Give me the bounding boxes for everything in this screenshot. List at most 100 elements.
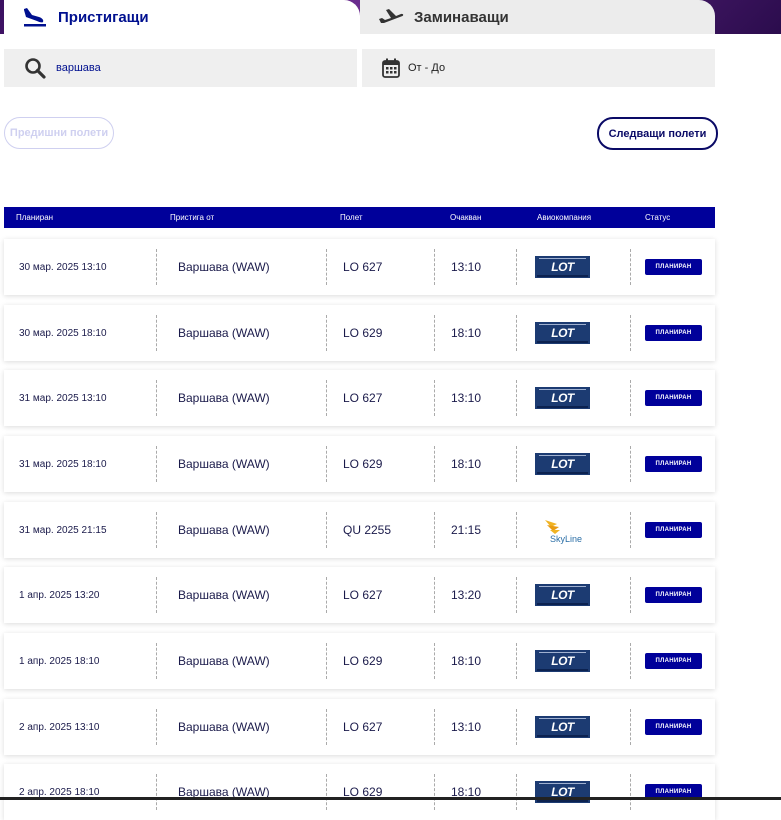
column-divider	[156, 380, 157, 416]
airline-name: LOT	[551, 588, 574, 602]
expected-time: 13:10	[451, 720, 482, 734]
table-row[interactable]: 30 мар. 2025 13:10 Варшава (WAW) LO 627 13:…	[4, 239, 715, 295]
column-divider	[326, 643, 327, 679]
scheduled-time: 1 апр. 2025 13:20	[19, 589, 100, 601]
flight-number[interactable]: LO 627	[343, 567, 382, 623]
table-row[interactable]: 2 апр. 2025 13:10 Варшава (WAW) LO 627 13:1…	[4, 699, 715, 755]
flight-number[interactable]: LO 629	[343, 305, 382, 361]
status-badge: ПЛАНИРАН	[645, 390, 702, 406]
column-divider	[516, 446, 517, 482]
column-divider	[516, 315, 517, 351]
airline-name: SkyLine	[550, 534, 583, 544]
next-flights-button[interactable]: Следващи полети	[597, 117, 718, 150]
column-divider	[326, 315, 327, 351]
flight-number[interactable]: LO 629	[343, 764, 382, 820]
expected-time: 18:10	[451, 326, 482, 340]
column-divider	[326, 512, 327, 548]
airline-logo-cell: LOT	[535, 370, 590, 426]
column-divider	[630, 446, 631, 482]
flight-number[interactable]: LO 629	[343, 436, 382, 492]
table-row[interactable]: 30 мар. 2025 18:10 Варшава (WAW) LO 629 18:…	[4, 305, 715, 361]
previous-flights-button[interactable]: Предишни полети	[4, 117, 114, 149]
column-divider	[434, 446, 435, 482]
skyline-logo: SkyLine	[535, 515, 590, 545]
column-divider	[326, 446, 327, 482]
column-divider	[434, 380, 435, 416]
column-divider	[156, 446, 157, 482]
origin-city: Варшава (WAW)	[178, 785, 270, 799]
lot-logo: LOT	[535, 387, 590, 409]
column-divider	[630, 512, 631, 548]
airline-logo-cell: SkyLine	[535, 502, 590, 558]
column-divider	[516, 577, 517, 613]
airline-logo-cell: LOT	[535, 567, 590, 623]
airline-logo-cell: LOT	[535, 436, 590, 492]
column-divider	[156, 709, 157, 745]
date-range-field[interactable]: От - До	[362, 49, 715, 87]
expected-time: 21:15	[451, 523, 482, 537]
column-divider	[516, 709, 517, 745]
airline-name: LOT	[551, 326, 574, 340]
origin-city: Варшава (WAW)	[178, 654, 270, 668]
table-row[interactable]: 31 мар. 2025 21:15 Варшава (WAW) QU 2255 21…	[4, 502, 715, 558]
status-badge: ПЛАНИРАН	[645, 719, 702, 735]
scheduled-time: 31 мар. 2025 18:10	[19, 458, 107, 470]
status-cell: ПЛАНИРАН	[645, 502, 702, 558]
column-divider	[156, 774, 157, 810]
departure-plane-icon	[379, 9, 404, 23]
origin-city: Варшава (WAW)	[178, 457, 270, 471]
scheduled-time: 30 мар. 2025 13:10	[19, 261, 107, 273]
flight-number[interactable]: QU 2255	[343, 502, 391, 558]
status-cell: ПЛАНИРАН	[645, 567, 702, 623]
flight-number[interactable]: LO 627	[343, 699, 382, 755]
scheduled-time: 2 апр. 2025 18:10	[19, 786, 100, 798]
tab-arrivals[interactable]: Пристигащи	[4, 0, 360, 34]
column-divider	[434, 709, 435, 745]
origin-city: Варшава (WAW)	[178, 260, 270, 274]
status-cell: ПЛАНИРАН	[645, 305, 702, 361]
column-divider	[516, 774, 517, 810]
status-badge: ПЛАНИРАН	[645, 587, 702, 603]
column-divider	[434, 315, 435, 351]
header-expected: Очакван	[450, 213, 482, 222]
column-divider	[630, 774, 631, 810]
lot-logo: LOT	[535, 716, 590, 738]
status-badge: ПЛАНИРАН	[645, 653, 702, 669]
column-divider	[516, 512, 517, 548]
column-divider	[434, 774, 435, 810]
header-from: Пристига от	[170, 213, 215, 222]
table-row[interactable]: 1 апр. 2025 18:10 Варшава (WAW) LO 629 18:1…	[4, 633, 715, 689]
status-badge: ПЛАНИРАН	[645, 325, 702, 341]
table-row[interactable]: 31 мар. 2025 13:10 Варшава (WAW) LO 627 13:…	[4, 370, 715, 426]
scheduled-time: 31 мар. 2025 13:10	[19, 392, 107, 404]
expected-time: 13:10	[451, 260, 482, 274]
calendar-icon	[382, 58, 400, 78]
search-input[interactable]	[54, 61, 338, 75]
flight-number[interactable]: LO 627	[343, 370, 382, 426]
scheduled-time: 31 мар. 2025 21:15	[19, 524, 107, 536]
arrival-plane-icon	[24, 8, 46, 27]
table-row[interactable]: 1 апр. 2025 13:20 Варшава (WAW) LO 627 13:2…	[4, 567, 715, 623]
column-divider	[156, 643, 157, 679]
origin-city: Варшава (WAW)	[178, 720, 270, 734]
airline-name: LOT	[551, 457, 574, 471]
column-divider	[516, 380, 517, 416]
expected-time: 13:10	[451, 391, 482, 405]
search-icon	[25, 58, 46, 79]
header-flight: Полет	[340, 213, 363, 222]
table-row[interactable]: 2 апр. 2025 18:10 Варшава (WAW) LO 629 18:1…	[4, 764, 715, 820]
lot-logo: LOT	[535, 322, 590, 344]
tab-departures-label: Заминаващи	[414, 8, 509, 26]
flight-number[interactable]: LO 627	[343, 239, 382, 295]
column-divider	[630, 380, 631, 416]
table-row[interactable]: 31 мар. 2025 18:10 Варшава (WAW) LO 629 18:…	[4, 436, 715, 492]
column-divider	[156, 577, 157, 613]
column-divider	[434, 643, 435, 679]
search-field[interactable]	[4, 49, 357, 87]
tab-departures[interactable]: Заминаващи	[360, 0, 715, 34]
column-divider	[434, 512, 435, 548]
status-badge: ПЛАНИРАН	[645, 259, 702, 275]
flight-number[interactable]: LO 629	[343, 633, 382, 689]
column-divider	[630, 709, 631, 745]
lot-logo: LOT	[535, 584, 590, 606]
